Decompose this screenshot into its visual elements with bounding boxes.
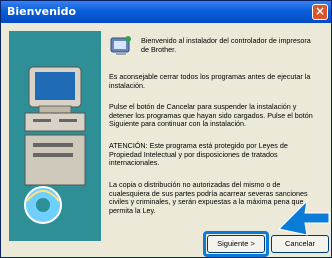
window-title: Bienvenido [7,5,77,18]
pointer-arrow-icon [277,199,330,236]
attention-text: ATENCIÓN: Este programa está protegido p… [109,141,288,168]
close-programs-text: Es aconsejable cerrar todos los programa… [109,72,311,90]
computer-illustration [9,31,101,241]
computer-illustration-panel [9,31,101,241]
titlebar: Bienvenido × [1,1,331,23]
cancel-instructions-text: Pulse el botón de Cancelar para suspende… [109,102,313,129]
welcome-text: Bienvenido al instalador del controlador… [141,36,311,54]
cancel-button[interactable]: Cancelar [271,235,329,253]
installer-dialog: Bienvenido × Bienvenido al instalador de… [0,0,332,258]
setup-icon [110,36,131,55]
next-button[interactable]: Siguiente > [207,235,265,253]
close-button[interactable]: × [312,4,328,20]
close-icon: × [314,4,326,18]
